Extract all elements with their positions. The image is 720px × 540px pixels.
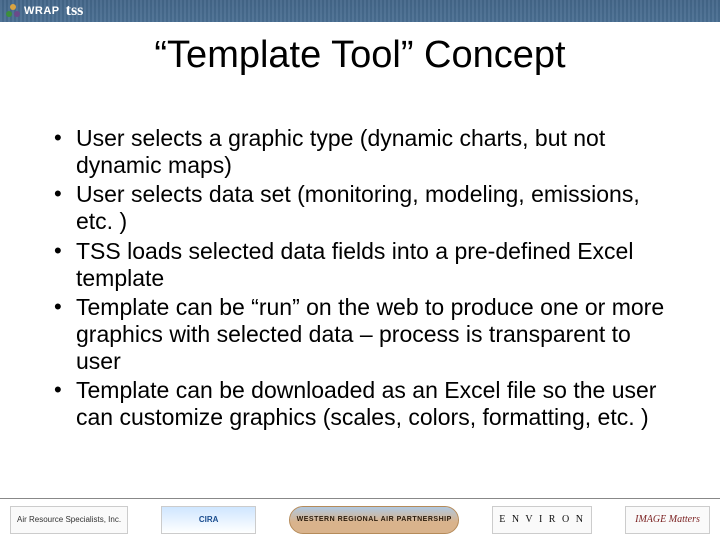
slide: WRAP tss “Template Tool” Concept User se… bbox=[0, 0, 720, 540]
wrap-logo-text: WRAP bbox=[24, 5, 60, 17]
bullet-item: Template can be “run” on the web to prod… bbox=[48, 294, 672, 375]
bullet-item: Template can be downloaded as an Excel f… bbox=[48, 377, 672, 431]
footer-logo-cira: CIRA bbox=[161, 506, 256, 534]
footer-logo-air-resource: Air Resource Specialists, Inc. bbox=[10, 506, 128, 534]
footer-logo-wrap: WESTERN REGIONAL AIR PARTNERSHIP bbox=[289, 506, 459, 534]
header-bar: WRAP tss bbox=[0, 0, 720, 22]
slide-title: “Template Tool” Concept bbox=[0, 34, 720, 77]
bullet-list: User selects a graphic type (dynamic cha… bbox=[48, 125, 672, 431]
bullet-item: TSS loads selected data fields into a pr… bbox=[48, 238, 672, 292]
footer-logo-image-matters: IMAGE Matters bbox=[625, 506, 710, 534]
footer-logo-wrap-text: WESTERN REGIONAL AIR PARTNERSHIP bbox=[297, 516, 452, 523]
wrap-logo-icon bbox=[6, 4, 20, 18]
slide-body: User selects a graphic type (dynamic cha… bbox=[0, 77, 720, 498]
footer-logo-environ: E N V I R O N bbox=[492, 506, 592, 534]
tss-label: tss bbox=[66, 2, 84, 20]
header-stripes bbox=[0, 0, 720, 22]
bullet-item: User selects data set (monitoring, model… bbox=[48, 181, 672, 235]
footer-bar: Air Resource Specialists, Inc. CIRA WEST… bbox=[0, 498, 720, 540]
bullet-item: User selects a graphic type (dynamic cha… bbox=[48, 125, 672, 179]
wrap-logo: WRAP bbox=[0, 4, 60, 18]
